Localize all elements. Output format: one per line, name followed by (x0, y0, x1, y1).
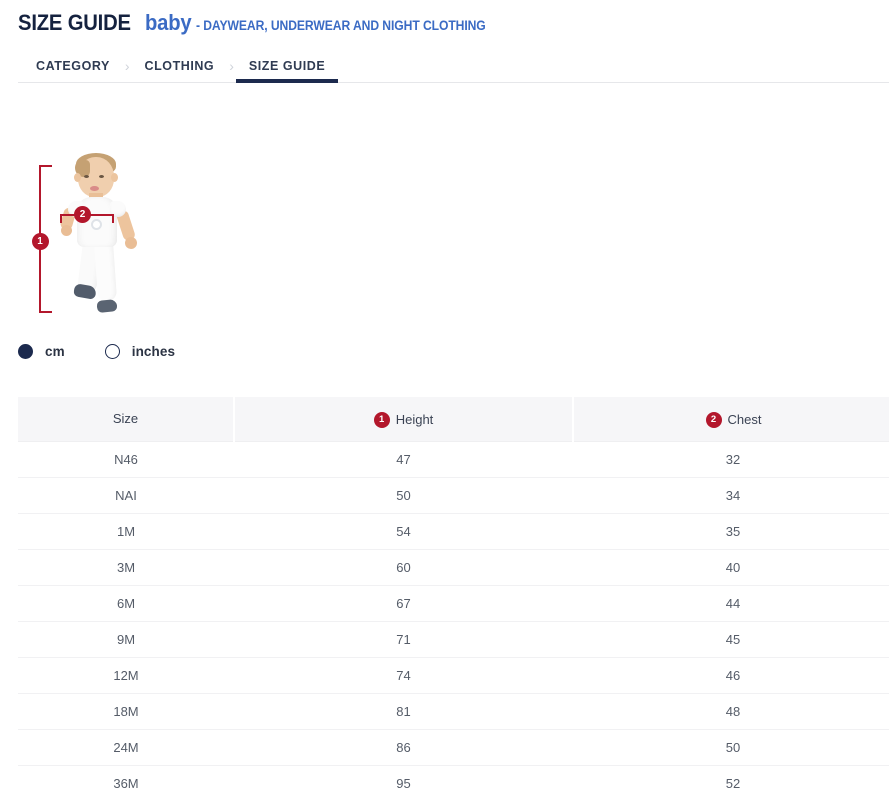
column-header-height-label: Height (396, 412, 434, 427)
table-header: Size 1 Height 2 Chest (18, 397, 889, 441)
chevron-right-icon: › (227, 59, 236, 73)
table-row: 18M 81 48 (18, 693, 889, 729)
cell-size: 3M (18, 549, 234, 585)
table-body: N46 47 32 NAI 50 34 1M 54 35 3M 60 40 6M… (18, 441, 889, 801)
height-measure-cap-bottom (39, 311, 52, 313)
cell-height: 67 (234, 585, 573, 621)
table-header-row: Size 1 Height 2 Chest (18, 397, 889, 441)
table-row: 36M 95 52 (18, 765, 889, 801)
marker-badge-1-icon: 1 (374, 412, 390, 428)
table-row: 12M 74 46 (18, 657, 889, 693)
height-measure-cap-top (39, 165, 52, 167)
cell-size: 12M (18, 657, 234, 693)
cell-chest: 34 (573, 477, 889, 513)
baby-eye-right (99, 175, 104, 178)
table-row: 6M 67 44 (18, 585, 889, 621)
cell-chest: 32 (573, 441, 889, 477)
baby-illustration: 1 2 (18, 153, 168, 318)
column-header-size: Size (18, 397, 234, 441)
breadcrumb: CATEGORY › CLOTHING › SIZE GUIDE (0, 48, 889, 83)
baby-shoe-right (96, 299, 117, 313)
cell-chest: 44 (573, 585, 889, 621)
cell-size: 36M (18, 765, 234, 801)
cell-height: 71 (234, 621, 573, 657)
page-header: SIZE GUIDE baby - DAYWEAR, UNDERWEAR AND… (0, 0, 889, 34)
page-title: SIZE GUIDE baby - DAYWEAR, UNDERWEAR AND… (18, 12, 889, 34)
column-header-chest: 2 Chest (573, 397, 889, 441)
cell-height: 60 (234, 549, 573, 585)
romper-button-detail (91, 219, 102, 230)
baby-hand-left (61, 225, 72, 236)
baby-eye-left (84, 175, 89, 178)
column-header-chest-label: Chest (728, 412, 762, 427)
cell-size: NAI (18, 477, 234, 513)
cell-size: 9M (18, 621, 234, 657)
table-row: N46 47 32 (18, 441, 889, 477)
cell-chest: 45 (573, 621, 889, 657)
column-header-size-inner: Size (113, 411, 138, 426)
radio-cm[interactable] (18, 344, 33, 359)
column-header-height: 1 Height (234, 397, 573, 441)
page-title-highlight: baby (145, 12, 192, 34)
cell-size: 1M (18, 513, 234, 549)
table-row: 1M 54 35 (18, 513, 889, 549)
cell-chest: 46 (573, 657, 889, 693)
chevron-right-icon: › (123, 59, 132, 73)
cell-chest: 35 (573, 513, 889, 549)
page-title-description: - DAYWEAR, UNDERWEAR AND NIGHT CLOTHING (196, 19, 486, 33)
table-row: NAI 50 34 (18, 477, 889, 513)
table-row: 24M 86 50 (18, 729, 889, 765)
chest-measure-cap-left (60, 214, 62, 223)
measurement-figure: 1 2 (0, 153, 889, 338)
breadcrumb-item-clothing[interactable]: CLOTHING (132, 48, 228, 83)
cell-height: 54 (234, 513, 573, 549)
cell-chest: 50 (573, 729, 889, 765)
size-guide-table: Size 1 Height 2 Chest N46 47 32 (18, 397, 889, 801)
baby-hand-right (125, 237, 137, 249)
cell-height: 74 (234, 657, 573, 693)
marker-badge-2-icon: 2 (706, 412, 722, 428)
unit-label-inches: inches (132, 344, 175, 359)
page-title-main: SIZE GUIDE (18, 12, 131, 34)
cell-chest: 48 (573, 693, 889, 729)
chest-measure-cap-right (112, 214, 114, 223)
cell-height: 47 (234, 441, 573, 477)
column-header-chest-inner: 2 Chest (706, 412, 762, 428)
baby-leg-right (94, 240, 117, 301)
marker-badge-2: 2 (74, 206, 91, 223)
breadcrumb-list: CATEGORY › CLOTHING › SIZE GUIDE (0, 48, 889, 83)
baby-mouth (90, 186, 99, 191)
cell-height: 81 (234, 693, 573, 729)
cell-size: N46 (18, 441, 234, 477)
unit-option-cm[interactable]: cm (18, 344, 65, 359)
column-header-size-label: Size (113, 411, 138, 426)
marker-badge-1: 1 (32, 233, 49, 250)
table-row: 9M 71 45 (18, 621, 889, 657)
cell-height: 95 (234, 765, 573, 801)
cell-height: 50 (234, 477, 573, 513)
radio-inches[interactable] (105, 344, 120, 359)
cell-size: 24M (18, 729, 234, 765)
breadcrumb-item-category[interactable]: CATEGORY (18, 48, 123, 83)
cell-chest: 40 (573, 549, 889, 585)
cell-size: 18M (18, 693, 234, 729)
cell-chest: 52 (573, 765, 889, 801)
cell-height: 86 (234, 729, 573, 765)
unit-option-inches[interactable]: inches (105, 344, 175, 359)
table-row: 3M 60 40 (18, 549, 889, 585)
column-header-height-inner: 1 Height (374, 412, 434, 428)
unit-label-cm: cm (45, 344, 65, 359)
breadcrumb-item-size-guide[interactable]: SIZE GUIDE (236, 48, 338, 83)
baby-ear-left (74, 173, 81, 182)
cell-size: 6M (18, 585, 234, 621)
baby-ear-right (111, 173, 118, 182)
baby-image (48, 153, 158, 318)
unit-selector: cm inches (0, 338, 889, 364)
